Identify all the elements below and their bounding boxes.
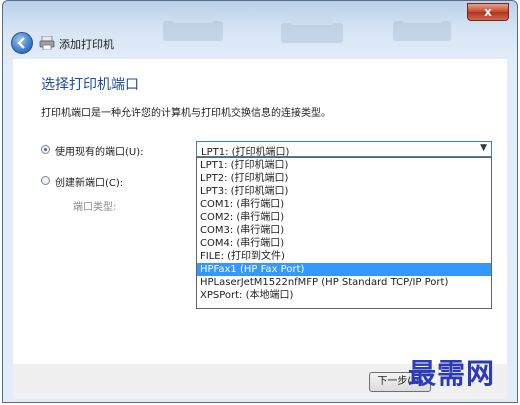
page-title: 选择打印机端口 xyxy=(41,77,139,93)
use-existing-port-radio[interactable] xyxy=(41,145,50,154)
port-option[interactable]: COM2: (串行端口) xyxy=(197,211,491,224)
window-title: 添加打印机 xyxy=(59,38,114,51)
port-option[interactable]: HPLaserJetM1522nfMFP (HP Standard TCP/IP… xyxy=(197,276,491,289)
port-option[interactable]: LPT3: (打印机端口) xyxy=(197,185,491,198)
port-option[interactable]: LPT2: (打印机端口) xyxy=(197,172,491,185)
use-existing-port-label[interactable]: 使用现有的端口(U): xyxy=(55,143,144,158)
printer-decoration-icon xyxy=(393,9,451,41)
title-bar: x 添加打印机 xyxy=(3,1,517,59)
wizard-content: 选择打印机端口 打印机端口是一种允许您的计算机与打印机交换信息的连接类型。 使用… xyxy=(13,59,507,364)
port-option[interactable]: FILE: (打印到文件) xyxy=(197,250,491,263)
port-option[interactable]: XPSPort: (本地端口) xyxy=(197,289,491,302)
port-option-highlighted[interactable]: HPFax1 (HP Fax Port) xyxy=(197,263,491,276)
printer-decoration-icon xyxy=(163,9,223,41)
create-new-port-label[interactable]: 创建新端口(C): xyxy=(55,174,123,189)
watermark-logo: 最需网 xyxy=(408,357,496,390)
add-printer-window: x 添加打印机 选择打印机端口 打印机端口是一种允许您的计算机与打印机交换信息的… xyxy=(2,0,518,403)
back-arrow-icon xyxy=(17,37,25,49)
selected-port-value: LPT1: (打印机端口) xyxy=(201,147,290,158)
create-new-port-radio[interactable] xyxy=(41,176,50,185)
existing-port-select[interactable]: LPT1: (打印机端口) ▼ xyxy=(196,141,492,158)
chevron-down-icon[interactable]: ▼ xyxy=(480,143,487,153)
close-button[interactable]: x xyxy=(467,3,509,21)
port-type-label: 端口类型: xyxy=(73,202,117,213)
printer-icon xyxy=(39,36,55,50)
port-option[interactable]: COM4: (串行端口) xyxy=(197,237,491,250)
port-option[interactable]: LPT1: (打印机端口) xyxy=(197,159,491,172)
port-option[interactable]: COM3: (串行端口) xyxy=(197,224,491,237)
printer-decoration-icon xyxy=(281,11,343,43)
port-option[interactable]: COM1: (串行端口) xyxy=(197,198,491,211)
port-dropdown-list: LPT1: (打印机端口) LPT2: (打印机端口) LPT3: (打印机端口… xyxy=(196,157,492,309)
back-button[interactable] xyxy=(11,32,33,54)
page-description: 打印机端口是一种允许您的计算机与打印机交换信息的连接类型。 xyxy=(41,108,331,119)
